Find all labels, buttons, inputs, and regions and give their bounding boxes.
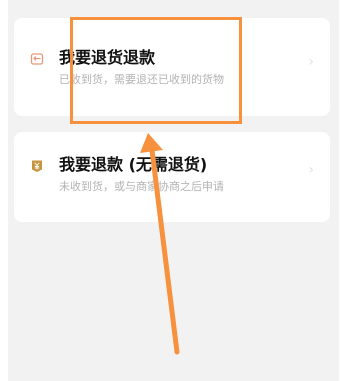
option-description: 已收到货，需要退还已收到的货物 <box>59 73 224 86</box>
chevron-right-icon: › <box>308 162 314 178</box>
option-title: 我要退款 (无需退货) <box>59 155 208 174</box>
chevron-right-icon: › <box>308 54 314 70</box>
return-box-icon <box>30 51 44 65</box>
refund-type-screen: 我要退货退款 已收到货，需要退还已收到的货物 › 我要退款 (无需退货) 未收到… <box>0 0 347 381</box>
option-description: 未收到货，或与商家协商之后申请 <box>59 180 224 193</box>
option-title: 我要退货退款 <box>59 48 156 67</box>
option-refund-only[interactable]: 我要退款 (无需退货) 未收到货，或与商家协商之后申请 › <box>14 132 330 222</box>
option-return-and-refund[interactable]: 我要退货退款 已收到货，需要退还已收到的货物 › <box>14 18 330 116</box>
refund-yen-icon <box>30 158 44 172</box>
